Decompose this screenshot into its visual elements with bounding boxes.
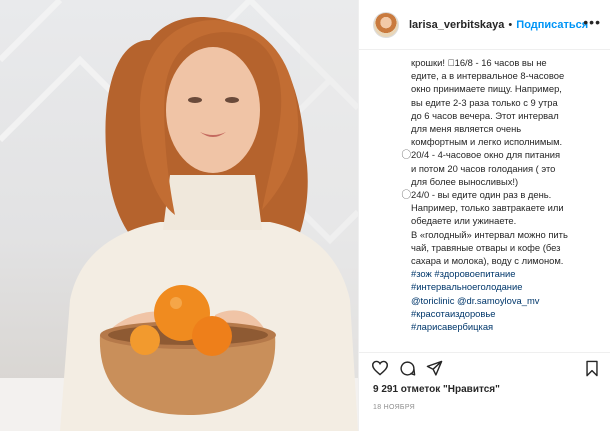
caption: крошки! ⃝16/8 - 16 часов вы не едите, а … [359,50,610,352]
caption-line: крошки! ⃝16/8 - 16 часов вы не [411,57,547,68]
caption-line: окно принимаете пищу. Например, [411,83,562,95]
action-bar [359,352,610,382]
caption-line: и потом 20 часов голодания ( это [411,162,556,174]
hashtag-link[interactable]: #зож #здоровоепитание [411,267,601,280]
caption-line: для меня является очень [411,123,522,135]
caption-line: В «голодный» интервал можно пить [411,228,568,240]
caption-line: сахара и молока), воду с лимоном. [411,255,564,267]
caption-line: ⃝24/0 - вы едите один раз в день. [411,189,552,201]
caption-line: для более выносливых!) [411,175,519,187]
hashtag-link[interactable]: #красотаиздоровье [411,307,601,320]
more-options-icon[interactable]: ••• [583,15,601,29]
woman-with-oranges-photo [0,0,358,431]
follow-button[interactable]: Подписаться [516,19,588,31]
post-sidebar: larisa_verbitskaya • Подписаться ••• кро… [358,0,610,431]
caption-line: Например, только завтракаете или [411,202,564,214]
comment-icon[interactable] [399,360,416,377]
caption-line: вы едите 2-3 раза только с 9 утра [411,96,558,108]
likes-count[interactable]: 9 291 отметок "Нравится" [373,384,500,395]
instagram-post: larisa_verbitskaya • Подписаться ••• кро… [0,0,610,431]
mention-link[interactable]: @toriclinic @dr.samoylova_mv [411,294,601,307]
username-link[interactable]: larisa_verbitskaya [409,19,504,31]
post-date[interactable]: 18 НОЯБРЯ [373,404,415,411]
hashtag-link[interactable]: #интервальноеголодание [411,280,601,293]
caption-line: комфортным и легко исполнимым. [411,136,563,148]
caption-line: до 6 часов вечера. Этот интервал [411,109,559,121]
separator-dot: • [508,18,513,31]
caption-line: чай, травяные отвары и кофе (без [411,241,561,253]
avatar[interactable] [373,11,399,38]
bookmark-icon[interactable] [585,360,599,377]
caption-line: едите, а в интервальное 8-часовое [411,70,565,82]
post-header: larisa_verbitskaya • Подписаться ••• [359,0,610,50]
post-photo[interactable] [0,0,358,431]
share-icon[interactable] [426,360,443,377]
caption-line: обедаете или ужинаете. [411,215,517,227]
heart-icon[interactable] [371,360,389,376]
caption-line: ⃝20/4 - 4-часовое окно для питания [411,149,561,161]
hashtag-link[interactable]: #ларисавербицкая [411,320,601,333]
